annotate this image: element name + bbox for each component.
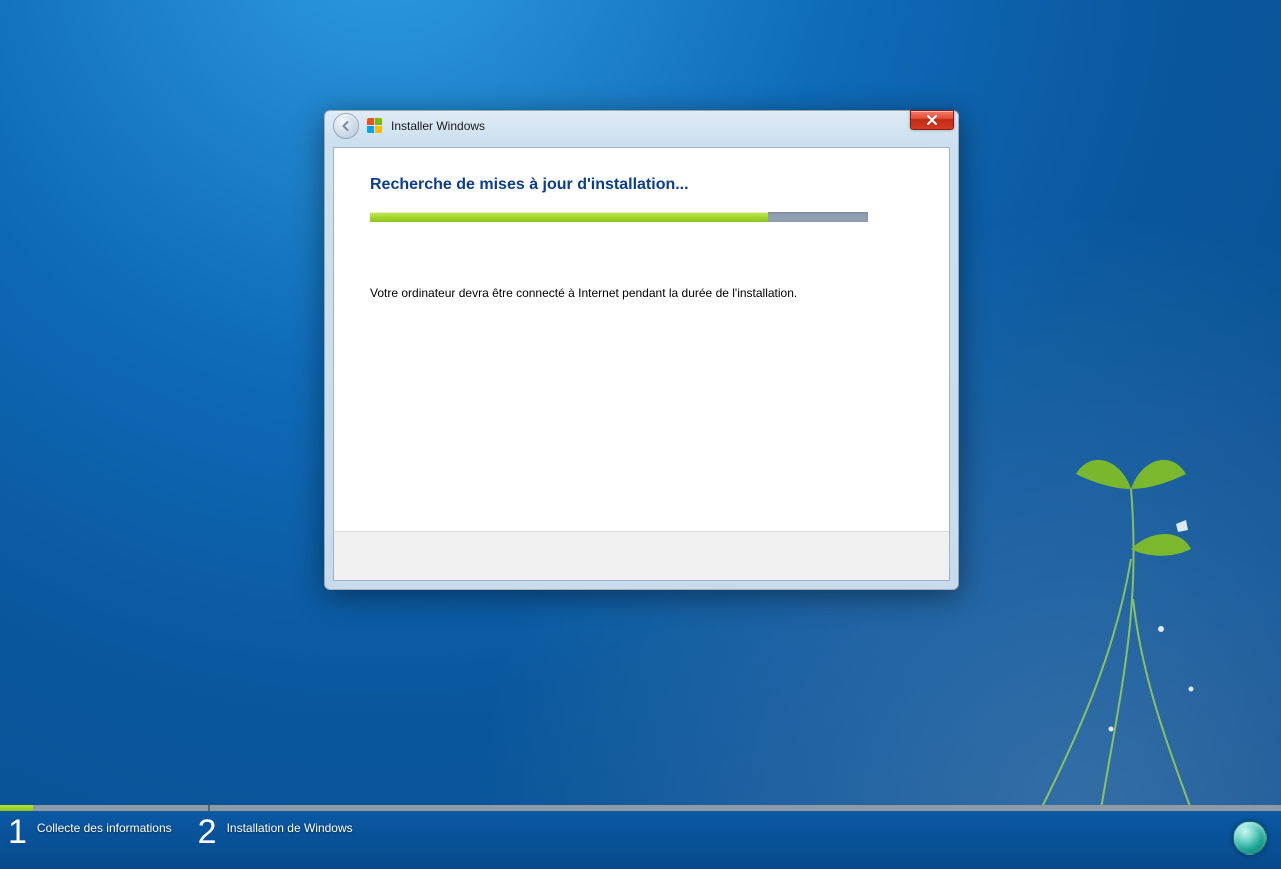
page-heading: Recherche de mises à jour d'installation… bbox=[370, 176, 913, 194]
update-progress-fill bbox=[370, 212, 768, 222]
step-number: 1 bbox=[8, 815, 27, 849]
window-title: Installer Windows bbox=[391, 119, 485, 133]
progress-step-separator bbox=[208, 805, 210, 811]
ease-of-access-button[interactable] bbox=[1233, 821, 1267, 855]
installer-window: Installer Windows Recherche de mises à j… bbox=[324, 110, 959, 590]
window-client-area: Recherche de mises à jour d'installation… bbox=[333, 147, 950, 581]
step-label: Collecte des informations bbox=[37, 821, 172, 835]
step-label: Installation de Windows bbox=[227, 821, 353, 835]
back-button[interactable] bbox=[333, 113, 359, 139]
decorative-plant bbox=[981, 429, 1241, 809]
overall-progress-track bbox=[0, 805, 1281, 811]
desktop-background: Installer Windows Recherche de mises à j… bbox=[0, 0, 1281, 869]
windows-flag-icon bbox=[367, 118, 383, 134]
step-number: 2 bbox=[198, 815, 217, 849]
footer-step-1: 1 Collecte des informations bbox=[8, 815, 172, 849]
install-footer: 1 Collecte des informations 2 Installati… bbox=[0, 805, 1281, 869]
update-progress-bar bbox=[370, 212, 868, 222]
footer-steps: 1 Collecte des informations 2 Installati… bbox=[8, 815, 353, 849]
window-titlebar[interactable]: Installer Windows bbox=[325, 111, 958, 141]
button-strip bbox=[334, 531, 949, 580]
footer-step-2: 2 Installation de Windows bbox=[198, 815, 353, 849]
close-icon bbox=[926, 115, 938, 125]
info-note: Votre ordinateur devra être connecté à I… bbox=[370, 286, 913, 300]
overall-progress-fill bbox=[0, 805, 33, 811]
close-button[interactable] bbox=[910, 110, 954, 130]
